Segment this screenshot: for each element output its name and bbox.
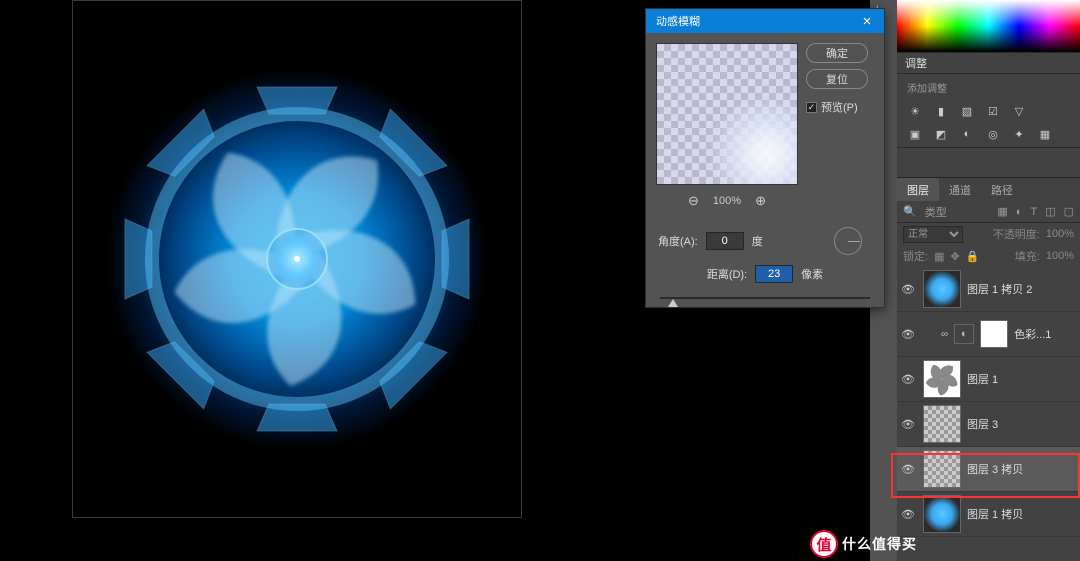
zoom-in-icon[interactable]: ⊕ [755, 193, 766, 209]
layer-thumbnail[interactable] [923, 270, 961, 308]
layer-name[interactable]: 图层 1 [967, 371, 998, 387]
opacity-value[interactable]: 100% [1046, 228, 1074, 240]
lock-all-icon[interactable]: 🔒 [966, 250, 980, 263]
ok-button[interactable]: 确定 [806, 43, 868, 63]
zoom-out-icon[interactable]: ⊖ [688, 193, 699, 209]
fill-value[interactable]: 100% [1046, 250, 1074, 262]
visibility-icon[interactable]: 👁 [899, 463, 917, 476]
photo-filter-icon[interactable]: ◎ [985, 128, 1001, 141]
adjustments-panel-header[interactable]: 调整 [897, 52, 1080, 74]
lock-position-icon[interactable]: ✥ [950, 250, 959, 263]
lock-pixels-icon[interactable]: ▦ [934, 250, 944, 263]
lut-icon[interactable]: ▦ [1037, 128, 1053, 141]
angle-input[interactable] [706, 232, 744, 250]
checkbox-icon: ✓ [806, 102, 817, 113]
layers-tabs: 图层 通道 路径 [897, 177, 1080, 201]
layer-name[interactable]: 图层 1 拷贝 [967, 506, 1023, 522]
preview-thumbnail[interactable] [656, 43, 798, 185]
filter-pixel-icon[interactable]: ▦ [997, 205, 1007, 218]
layers-list: 👁 图层 1 拷贝 2 👁 ∞ ◐ 色彩...1 👁 图层 1 👁 图层 3 [897, 267, 1080, 561]
layer-name[interactable]: 图层 3 [967, 416, 998, 432]
angle-unit: 度 [752, 233, 763, 249]
filter-type-icon[interactable]: T [1030, 206, 1037, 218]
angle-label: 角度(A): [658, 233, 698, 249]
distance-input[interactable] [755, 265, 793, 283]
layer-thumbnail[interactable] [923, 360, 961, 398]
layer-name[interactable]: 色彩...1 [1014, 326, 1051, 342]
visibility-icon[interactable]: 👁 [899, 373, 917, 386]
right-panel-group: 调整 添加调整 ☀ ▮ ▨ ☑ ▽ ▣ ◩ ◐ ◎ ✦ ▦ 图层 通道 路径 🔍 类型 ▦ ◐ T… [897, 0, 1080, 561]
adjustments-subtitle: 添加调整 [897, 74, 1080, 101]
distance-unit: 像素 [801, 266, 823, 282]
layer-thumbnail[interactable] [923, 405, 961, 443]
balance-icon[interactable]: ◩ [933, 128, 949, 141]
filter-smart-icon[interactable]: ▢ [1064, 205, 1074, 218]
bw-icon[interactable]: ◐ [959, 128, 975, 141]
tab-channels[interactable]: 通道 [939, 178, 981, 201]
brightness-icon[interactable]: ☀ [907, 105, 923, 118]
filter-shape-icon[interactable]: ◫ [1045, 205, 1055, 218]
layer-name[interactable]: 图层 3 拷贝 [967, 461, 1023, 477]
filter-adjust-icon[interactable]: ◐ [1016, 206, 1023, 218]
hue-icon[interactable]: ▣ [907, 128, 923, 141]
link-icon[interactable]: ∞ [941, 329, 948, 340]
tab-paths[interactable]: 路径 [981, 178, 1023, 201]
adjustments-row-2: ▣ ◩ ◐ ◎ ✦ ▦ [897, 124, 1080, 147]
visibility-icon[interactable]: 👁 [899, 328, 917, 341]
watermark-text: 什么值得买 [842, 534, 917, 554]
mixer-icon[interactable]: ✦ [1011, 128, 1027, 141]
visibility-icon[interactable]: 👁 [899, 508, 917, 521]
layer-thumbnail[interactable] [923, 495, 961, 533]
close-icon[interactable]: × [856, 10, 878, 32]
visibility-icon[interactable]: 👁 [899, 283, 917, 296]
vibrance-icon[interactable]: ▽ [1011, 105, 1027, 118]
layer-row[interactable]: 👁 图层 3 [897, 402, 1080, 447]
layer-thumbnail[interactable] [923, 450, 961, 488]
tab-layers[interactable]: 图层 [897, 178, 939, 201]
document-frame [72, 0, 522, 518]
motion-blur-dialog: 动感模糊 × ⊖ 100% ⊕ 确定 复位 ✓ 预览(P) 角度(A): 度 [645, 8, 885, 308]
dialog-title: 动感模糊 [656, 13, 700, 29]
levels-icon[interactable]: ▮ [933, 105, 949, 118]
layer-mask-thumbnail[interactable] [980, 320, 1008, 348]
distance-slider[interactable] [660, 293, 870, 307]
adjustments-row-1: ☀ ▮ ▨ ☑ ▽ [897, 101, 1080, 124]
layer-row[interactable]: 👁 ∞ ◐ 色彩...1 [897, 312, 1080, 357]
preview-checkbox[interactable]: ✓ 预览(P) [806, 99, 868, 115]
exposure-icon[interactable]: ☑ [985, 105, 1001, 118]
visibility-icon[interactable]: 👁 [899, 418, 917, 431]
watermark-badge: 值 [810, 530, 838, 558]
zoom-level: 100% [713, 195, 741, 207]
reset-button[interactable]: 复位 [806, 69, 868, 89]
layer-name[interactable]: 图层 1 拷贝 2 [967, 281, 1032, 297]
dialog-titlebar[interactable]: 动感模糊 × [646, 9, 884, 33]
layer-row[interactable]: 👁 图层 1 [897, 357, 1080, 402]
distance-label: 距离(D): [707, 266, 747, 282]
layer-row[interactable]: 👁 图层 1 拷贝 [897, 492, 1080, 537]
angle-dial[interactable] [834, 227, 862, 255]
watermark: 值 什么值得买 [810, 530, 917, 558]
adjustment-icon[interactable]: ◐ [954, 324, 974, 344]
color-picker[interactable] [897, 0, 1080, 52]
layer-row[interactable]: 👁 图层 1 拷贝 2 [897, 267, 1080, 312]
layer-row[interactable]: 👁 图层 3 拷贝 [897, 447, 1080, 492]
search-icon[interactable]: 🔍 [903, 205, 917, 218]
curves-icon[interactable]: ▨ [959, 105, 975, 118]
blend-mode-select[interactable]: 正常 [903, 226, 963, 243]
layers-filter-bar: 🔍 类型 ▦ ◐ T ◫ ▢ [897, 201, 1080, 223]
